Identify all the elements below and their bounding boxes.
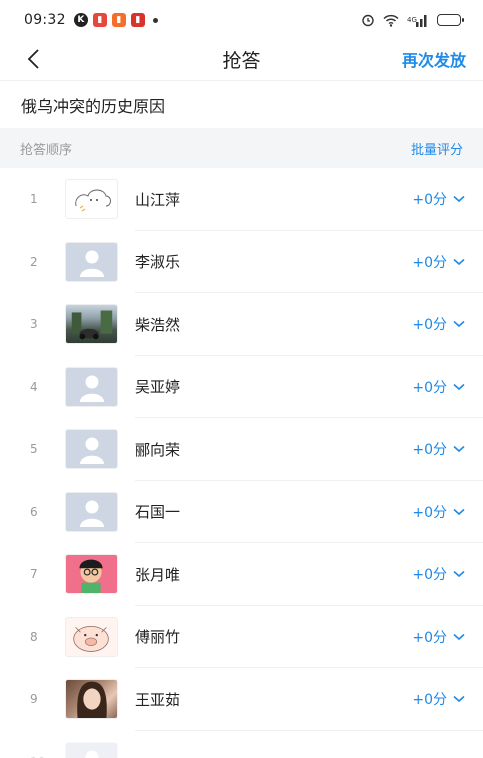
list-item[interactable]: 8 傅丽竹 +0分 (0, 606, 483, 669)
svg-text:4G: 4G (407, 16, 417, 24)
signal-icon: 4G (407, 14, 427, 27)
score-dropdown[interactable]: +0分 (412, 252, 465, 272)
participant-name: 王亚茹 (135, 690, 181, 709)
score-value: +0分 (412, 692, 447, 709)
avatar (65, 554, 118, 595)
participant-name: 吴亚婷 (135, 378, 181, 397)
avatar (65, 679, 118, 720)
participant-name: 张月唯 (135, 565, 181, 584)
list-item[interactable]: 3 柴浩然 +0分 (0, 293, 483, 356)
score-dropdown[interactable]: +0分 (412, 502, 465, 522)
chevron-down-icon (453, 696, 465, 703)
more-notifications-dot (152, 17, 158, 23)
chevron-left-icon (27, 49, 39, 69)
list-item[interactable]: 1 山江萍 +0分 (0, 168, 483, 231)
order-number: 8 (30, 629, 38, 644)
chevron-down-icon (453, 383, 465, 390)
order-label: 抢答顺序 (20, 142, 73, 158)
list-item[interactable]: 4 吴亚婷 +0分 (0, 356, 483, 419)
list-item[interactable]: 5 郦向荣 +0分 (0, 418, 483, 481)
avatar (65, 241, 118, 282)
avatar (65, 429, 118, 470)
back-button[interactable] (18, 44, 48, 74)
chevron-down-icon (453, 633, 465, 640)
nav-bar: 抢答 再次发放 (0, 40, 483, 78)
chevron-down-icon (453, 321, 465, 328)
avatar (65, 366, 118, 407)
default-user-icon (85, 750, 98, 758)
default-user-icon (79, 375, 104, 402)
participant-name: 石国一 (135, 503, 181, 522)
score-value: +0分 (412, 254, 447, 271)
participant-name: 傅丽竹 (135, 628, 181, 647)
avatar (65, 491, 118, 532)
score-dropdown[interactable]: +0分 (412, 314, 465, 334)
score-value: +0分 (412, 504, 447, 521)
participant-name: 柴浩然 (135, 315, 181, 334)
list-item[interactable]: 10 (0, 731, 483, 758)
score-value: +0分 (412, 629, 447, 646)
news-app-icon: ▮ (130, 13, 145, 27)
battery-icon (437, 14, 464, 26)
order-number: 2 (30, 254, 38, 269)
score-dropdown[interactable]: +0分 (412, 689, 465, 709)
participant-name: 郦向荣 (135, 440, 181, 459)
order-number: 5 (30, 442, 38, 457)
status-bar: 09:32 K ▮ ▮ ▮ 4G (0, 0, 483, 40)
chevron-down-icon (453, 571, 465, 578)
list-item[interactable]: 9 王亚茹 +0分 (0, 668, 483, 731)
listen-app-icon: ▮ (92, 13, 107, 27)
chevron-down-icon (453, 446, 465, 453)
avatar (65, 304, 118, 345)
section-header: 抢答顺序 批量评分 (0, 128, 483, 168)
score-value: +0分 (412, 442, 447, 459)
order-number: 1 (30, 192, 38, 207)
order-number: 6 (30, 504, 38, 519)
list-item[interactable]: 6 石国一 +0分 (0, 481, 483, 544)
redistribute-button[interactable]: 再次发放 (402, 47, 466, 71)
k-app-icon: K (73, 13, 88, 27)
avatar (65, 741, 118, 758)
participant-name: 李淑乐 (135, 253, 181, 272)
order-number: 9 (30, 692, 38, 707)
chevron-down-icon (453, 508, 465, 515)
score-dropdown[interactable]: +0分 (412, 439, 465, 459)
score-dropdown[interactable]: +0分 (412, 377, 465, 397)
avatar (65, 616, 118, 657)
chevron-down-icon (453, 258, 465, 265)
score-dropdown[interactable]: +0分 (412, 564, 465, 584)
shopping-app-icon: ▮ (111, 13, 126, 27)
avatar (65, 179, 118, 220)
participant-name: 山江萍 (135, 190, 181, 209)
score-value: +0分 (412, 192, 447, 209)
alarm-icon (362, 14, 374, 27)
default-user-icon (79, 250, 104, 277)
score-value: +0分 (412, 567, 447, 584)
order-number: 7 (30, 567, 38, 582)
chevron-down-icon (453, 196, 465, 203)
score-value: +0分 (412, 379, 447, 396)
question-topic: 俄乌冲突的历史原因 (0, 80, 483, 128)
participant-list: 1 山江萍 +0分 2 李淑乐 +0分 3 柴浩然 +0分 4 吴亚婷 +0分 … (0, 168, 483, 758)
order-number: 4 (30, 379, 38, 394)
default-user-icon (79, 500, 104, 527)
score-dropdown[interactable]: +0分 (412, 627, 465, 647)
list-item[interactable]: 2 李淑乐 +0分 (0, 231, 483, 294)
wifi-icon (383, 14, 399, 27)
status-right: 4G (361, 13, 464, 27)
order-number: 3 (30, 317, 38, 332)
list-item[interactable]: 7 张月唯 +0分 (0, 543, 483, 606)
default-user-icon (79, 437, 104, 465)
score-dropdown[interactable]: +0分 (412, 189, 465, 209)
batch-score-button[interactable]: 批量评分 (411, 139, 463, 158)
status-time: 09:32 (24, 12, 66, 28)
score-value: +0分 (412, 317, 447, 334)
